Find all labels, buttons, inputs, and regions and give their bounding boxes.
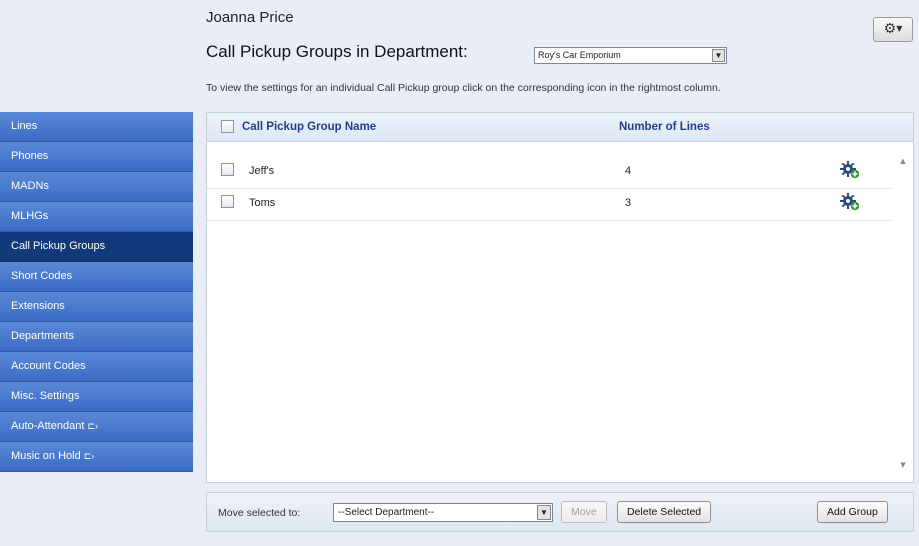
sidebar-item-label: MLHGs — [11, 210, 49, 222]
sidebar-nav: Lines Phones MADNs MLHGs Call Pickup Gro… — [0, 112, 193, 472]
column-header-name[interactable]: Call Pickup Group Name — [242, 121, 376, 133]
sidebar-item-label: Account Codes — [11, 360, 86, 372]
move-button[interactable]: Move — [561, 501, 607, 523]
sidebar-item-account-codes[interactable]: Account Codes — [0, 352, 193, 382]
column-header-lines[interactable]: Number of Lines — [619, 121, 710, 133]
row-checkbox[interactable] — [221, 195, 234, 208]
department-select-value: Roy's Car Emporium — [538, 50, 621, 60]
external-link-icon: ⊏› — [83, 451, 95, 461]
sidebar-item-lines[interactable]: Lines — [0, 112, 193, 142]
table-body: Jeff's 4 Toms 3 — [207, 157, 892, 221]
delete-selected-button[interactable]: Delete Selected — [617, 501, 712, 523]
sidebar-item-label: Music on Hold — [11, 450, 81, 462]
table-row: Toms 3 — [207, 189, 892, 221]
chevron-down-icon[interactable]: ▼ — [712, 49, 725, 62]
sidebar-item-label: MADNs — [11, 180, 49, 192]
page-header: Joanna Price Call Pickup Groups in Depar… — [0, 0, 919, 106]
vertical-scrollbar[interactable]: ▲ ▼ — [896, 157, 910, 473]
sidebar-item-label: Departments — [11, 330, 74, 342]
sidebar-item-call-pickup-groups[interactable]: Call Pickup Groups — [0, 232, 193, 262]
gear-icon: ⚙ — [883, 21, 897, 37]
row-checkbox[interactable] — [221, 163, 234, 176]
sidebar-item-music-on-hold[interactable]: Music on Hold ⊏› — [0, 442, 193, 472]
move-department-select[interactable]: --Select Department-- ▼ — [333, 503, 553, 522]
sidebar-item-label: Phones — [11, 150, 49, 162]
instructions-text: To view the settings for an individual C… — [206, 82, 721, 94]
sidebar-item-departments[interactable]: Departments — [0, 322, 193, 352]
sidebar-item-madns[interactable]: MADNs — [0, 172, 193, 202]
groups-table-panel: Call Pickup Group Name Number of Lines J… — [206, 112, 914, 483]
sidebar-item-label: Call Pickup Groups — [11, 240, 106, 252]
move-selected-label: Move selected to: — [218, 507, 301, 519]
settings-gear-icon[interactable] — [840, 193, 860, 211]
settings-gear-icon[interactable] — [840, 161, 860, 179]
sidebar-item-short-codes[interactable]: Short Codes — [0, 262, 193, 292]
caret-down-icon: ▼ — [896, 24, 903, 33]
sidebar-item-phones[interactable]: Phones — [0, 142, 193, 172]
gear-menu-button[interactable]: ⚙▼ — [873, 17, 913, 42]
department-select[interactable]: Roy's Car Emporium ▼ — [534, 47, 727, 64]
sidebar-item-label: Auto-Attendant — [11, 420, 85, 432]
group-name: Toms — [249, 197, 276, 209]
table-footer: Move selected to: --Select Department-- … — [206, 492, 914, 532]
move-department-select-value: --Select Department-- — [338, 507, 435, 518]
sidebar-item-extensions[interactable]: Extensions — [0, 292, 193, 322]
table-header: Call Pickup Group Name Number of Lines — [207, 113, 913, 142]
group-lines-count: 3 — [625, 197, 632, 209]
external-link-icon: ⊏› — [87, 421, 98, 431]
add-group-button[interactable]: Add Group — [817, 501, 888, 523]
scroll-down-icon[interactable]: ▼ — [896, 461, 910, 473]
chevron-down-icon[interactable]: ▼ — [537, 505, 551, 520]
sidebar-item-mlhgs[interactable]: MLHGs — [0, 202, 193, 232]
user-name: Joanna Price — [206, 9, 294, 26]
group-name: Jeff's — [249, 165, 275, 177]
sidebar-item-label: Lines — [11, 120, 38, 132]
sidebar-item-label: Extensions — [11, 300, 65, 312]
select-all-checkbox[interactable] — [221, 120, 234, 133]
page-title: Call Pickup Groups in Department: — [206, 42, 468, 61]
scroll-up-icon[interactable]: ▲ — [896, 157, 910, 169]
sidebar-item-label: Misc. Settings — [11, 390, 80, 402]
sidebar-item-label: Short Codes — [11, 270, 73, 282]
sidebar-item-misc-settings[interactable]: Misc. Settings — [0, 382, 193, 412]
table-row: Jeff's 4 — [207, 157, 892, 189]
sidebar-item-auto-attendant[interactable]: Auto-Attendant ⊏› — [0, 412, 193, 442]
group-lines-count: 4 — [625, 165, 632, 177]
